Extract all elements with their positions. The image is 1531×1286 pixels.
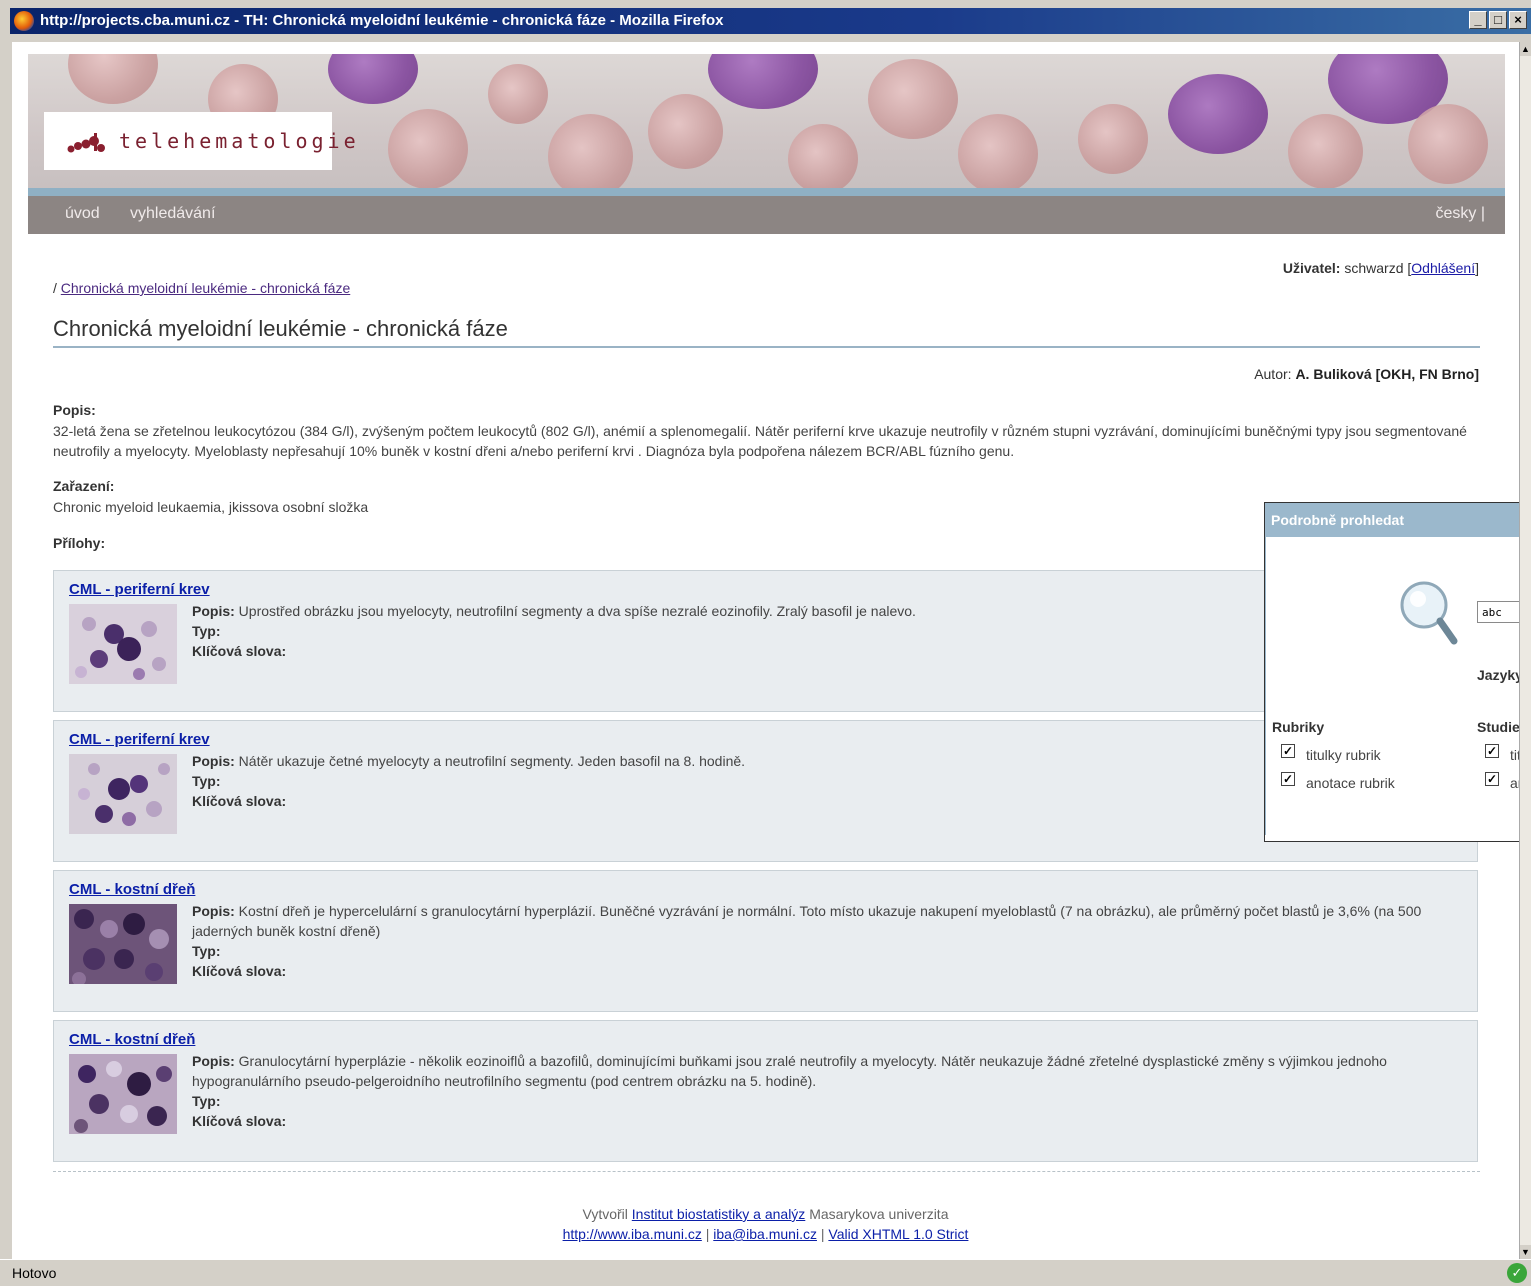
att-popis-text: Uprostřed obrázku jsou myelocyty, neutro… [238, 603, 916, 619]
att-keywords-label: Klíčová slova: [192, 793, 287, 809]
window-title: http://projects.cba.muni.cz - TH: Chroni… [40, 12, 724, 29]
banner-strip [28, 188, 1505, 196]
checkbox-checked-icon[interactable]: ✓ [1281, 744, 1295, 758]
attachment-desc: Popis: Kostní dřeň je hypercelulární s g… [192, 901, 1465, 981]
status-ok-icon: ✓ [1507, 1263, 1527, 1283]
firefox-icon [14, 11, 34, 31]
footer-separator: | [705, 1226, 710, 1242]
footer-email-link[interactable]: iba@iba.muni.cz [713, 1226, 817, 1242]
attachment-item: CML - kostní dřeň Popis: Granulocytární … [53, 1020, 1478, 1162]
att-popis-label: Popis: [192, 753, 235, 769]
breadcrumb-prefix: / [53, 280, 57, 296]
languages-label: Jazyky [1477, 667, 1519, 683]
rubriky-option-titles: titulky rubrik [1306, 747, 1381, 763]
attachment-thumbnail[interactable] [69, 1054, 177, 1134]
attachment-thumbnail[interactable] [69, 754, 177, 834]
window-titlebar: http://projects.cba.muni.cz - TH: Chroni… [0, 0, 1531, 42]
footer-divider [53, 1171, 1480, 1172]
footer-credits: Vytvořil Institut biostatistiky a analýz… [12, 1206, 1519, 1222]
popis-label: Popis: [53, 402, 96, 418]
studie-label: Studie [1477, 719, 1519, 735]
attachment-title-link[interactable]: CML - periferní krev [69, 731, 210, 748]
att-typ-label: Typ: [192, 623, 221, 639]
author-line: Autor: A. Buliková [OKH, FN Brno] [1254, 366, 1479, 382]
close-icon[interactable]: × [1509, 11, 1527, 29]
att-keywords-label: Klíčová slova: [192, 1113, 287, 1129]
main-nav: úvod vyhledávání česky | [28, 196, 1505, 234]
logo-text: telehematologie [119, 129, 360, 153]
author-label: Autor: [1254, 366, 1292, 382]
rubriky-option-annotations: anotace rubrik [1306, 775, 1395, 791]
status-bar: Hotovo ✓ [0, 1259, 1531, 1286]
attachment-title-link[interactable]: CML - kostní dřeň [69, 1031, 195, 1048]
search-panel-header: Podrobně prohledat [1265, 503, 1519, 537]
att-keywords-label: Klíčová slova: [192, 643, 287, 659]
nav-search[interactable]: vyhledávání [130, 205, 215, 223]
footer-links: http://www.iba.muni.cz | iba@iba.muni.cz… [12, 1226, 1519, 1242]
advanced-search-panel: Podrobně prohledat Jazyky Rubriky Studie… [1264, 502, 1519, 842]
search-panel-body: Jazyky Rubriky Studie ✓ titulky rubrik ✓… [1265, 537, 1519, 835]
rubriky-label: Rubriky [1272, 719, 1325, 735]
checkbox-checked-icon[interactable]: ✓ [1485, 744, 1499, 758]
att-popis-label: Popis: [192, 903, 235, 919]
maximize-icon[interactable]: □ [1489, 11, 1507, 29]
browser-viewport: telehematologie úvod vyhledávání česky |… [12, 42, 1519, 1259]
att-popis-text: Granulocytární hyperplázie - několik eoz… [192, 1053, 1387, 1089]
att-popis-text: Nátěr ukazuje četné myelocyty a neutrofi… [238, 753, 746, 769]
logo-mark-icon [67, 133, 105, 153]
footer-validator-link[interactable]: Valid XHTML 1.0 Strict [828, 1226, 968, 1242]
attachment-thumbnail[interactable] [69, 604, 177, 684]
breadcrumb-link[interactable]: Chronická myeloidní leukémie - chronická… [61, 280, 350, 296]
studie-option-annotations: anc [1510, 775, 1519, 791]
footer-institute-link[interactable]: Institut biostatistiky a analýz [632, 1206, 806, 1222]
footer-created-by: Vytvořil [582, 1206, 628, 1222]
att-keywords-label: Klíčová slova: [192, 963, 287, 979]
user-info: Uživatel: schwarzd [Odhlášení] [1282, 260, 1479, 276]
studie-option-titles: titu [1510, 747, 1519, 763]
nav-language[interactable]: česky | [1436, 205, 1486, 223]
prilohy-label: Přílohy: [53, 535, 106, 551]
popis-text: 32-letá žena se zřetelnou leukocytózou (… [53, 423, 1467, 459]
search-magnifier-icon [1400, 581, 1458, 645]
attachment-thumbnail[interactable] [69, 904, 177, 984]
nav-home[interactable]: úvod [65, 205, 100, 223]
author-name: A. Buliková [OKH, FN Brno] [1295, 366, 1479, 382]
scroll-up-icon[interactable]: ▲ [1520, 42, 1531, 56]
breadcrumb: / Chronická myeloidní leukémie - chronic… [53, 280, 350, 296]
attachment-desc: Popis: Granulocytární hyperplázie - něko… [192, 1051, 1465, 1131]
scroll-down-icon[interactable]: ▼ [1520, 1245, 1531, 1259]
logout-link[interactable]: Odhlášení [1411, 260, 1475, 276]
att-popis-label: Popis: [192, 603, 235, 619]
user-label: Uživatel: [1282, 260, 1341, 276]
att-popis-text: Kostní dřeň je hypercelulární s granuloc… [192, 903, 1422, 939]
site-banner: telehematologie [28, 54, 1505, 196]
user-name: schwarzd [1344, 260, 1404, 276]
attachment-title-link[interactable]: CML - periferní krev [69, 581, 210, 598]
att-typ-label: Typ: [192, 773, 221, 789]
footer-university: Masarykova univerzita [809, 1206, 949, 1222]
attachment-item: CML - kostní dřeň Popis: Kostní dřeň je … [53, 870, 1478, 1012]
attachment-title-link[interactable]: CML - kostní dřeň [69, 881, 195, 898]
status-text: Hotovo [12, 1265, 57, 1281]
footer-separator: | [820, 1226, 825, 1242]
minimize-icon[interactable]: _ [1469, 11, 1487, 29]
search-query-input[interactable] [1477, 601, 1519, 623]
page-title: Chronická myeloidní leukémie - chronická… [53, 316, 508, 341]
search-panel-title: Podrobně prohledat [1271, 512, 1404, 528]
att-typ-label: Typ: [192, 1093, 221, 1109]
title-divider [53, 346, 1480, 348]
page-scrollbar[interactable]: ▲ ▼ [1519, 42, 1531, 1259]
att-popis-label: Popis: [192, 1053, 235, 1069]
site-logo[interactable]: telehematologie [44, 112, 356, 170]
att-typ-label: Typ: [192, 943, 221, 959]
checkbox-checked-icon[interactable]: ✓ [1281, 772, 1295, 786]
footer-url-link[interactable]: http://www.iba.muni.cz [563, 1226, 702, 1242]
zarazeni-label: Zařazení: [53, 478, 115, 494]
checkbox-checked-icon[interactable]: ✓ [1485, 772, 1499, 786]
